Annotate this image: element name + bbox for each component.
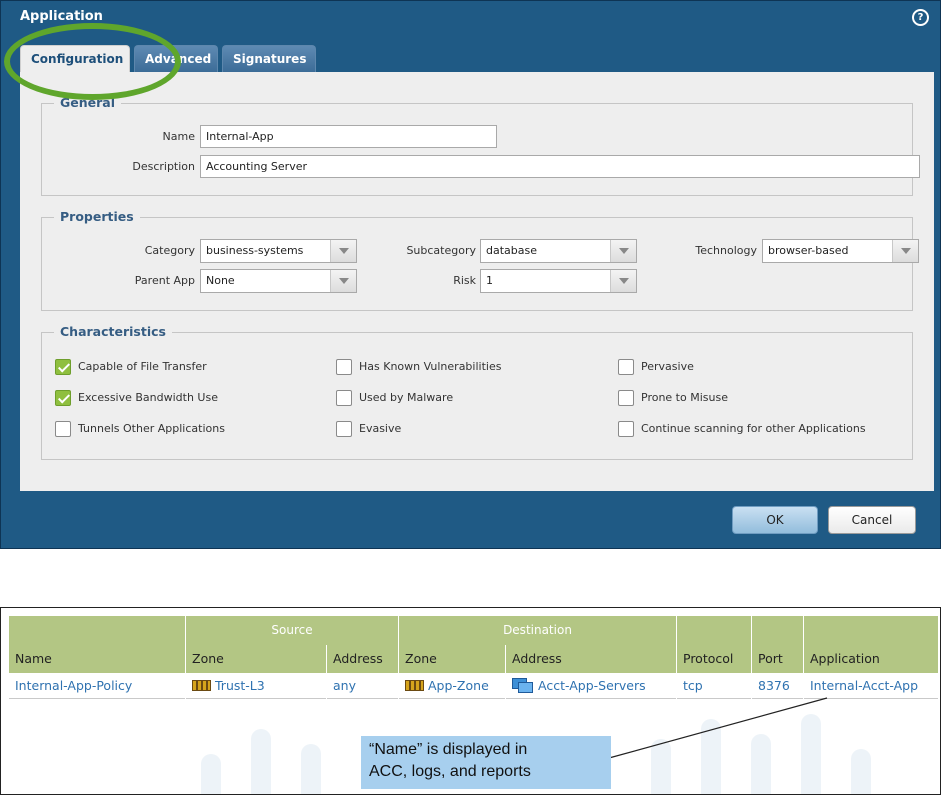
chevron-down-icon[interactable] xyxy=(330,240,356,262)
properties-section: Properties Category business-systems Par… xyxy=(41,209,919,311)
name-label: Name xyxy=(162,130,195,143)
cancel-button[interactable]: Cancel xyxy=(828,506,916,534)
properties-legend: Properties xyxy=(54,209,140,224)
category-select[interactable]: business-systems xyxy=(200,239,357,263)
callout-line-1: “Name” is displayed in xyxy=(369,741,528,758)
checkbox-label: Continue scanning for other Applications xyxy=(641,422,866,435)
callout-line-2: ACC, logs, and reports xyxy=(369,763,531,780)
checkbox-label: Excessive Bandwidth Use xyxy=(78,391,218,404)
checkbox-label: Prone to Misuse xyxy=(641,391,728,404)
checkbox-icon[interactable] xyxy=(336,359,352,375)
dialog-title: Application xyxy=(20,9,103,24)
callout-note: “Name” is displayed in ACC, logs, and re… xyxy=(361,736,611,789)
checkbox-icon[interactable] xyxy=(336,390,352,406)
risk-label: Risk xyxy=(453,274,476,287)
checkbox-checked-icon[interactable] xyxy=(55,359,71,375)
checkbox-icon[interactable] xyxy=(336,421,352,437)
application-dialog: Application ? Configuration Advanced Sig… xyxy=(0,0,941,549)
help-icon[interactable]: ? xyxy=(912,9,929,26)
subcategory-value: database xyxy=(486,244,537,257)
risk-select[interactable]: 1 xyxy=(480,269,637,293)
tab-advanced[interactable]: Advanced xyxy=(134,45,218,72)
parent-app-value: None xyxy=(206,274,235,287)
checkbox-label: Tunnels Other Applications xyxy=(78,422,225,435)
checkbox-icon[interactable] xyxy=(618,359,634,375)
checkbox-label: Pervasive xyxy=(641,360,694,373)
chevron-down-icon[interactable] xyxy=(330,270,356,292)
security-policy-panel: Source Destination Name Zone Address Zon… xyxy=(0,607,941,795)
subcategory-label: Subcategory xyxy=(406,244,476,257)
general-section: General Name Internal-App Description Ac… xyxy=(41,95,920,196)
risk-value: 1 xyxy=(486,274,493,287)
parent-app-label: Parent App xyxy=(134,274,195,287)
parent-app-select[interactable]: None xyxy=(200,269,357,293)
checkbox-label: Used by Malware xyxy=(359,391,454,404)
characteristics-section: Characteristics Capable of File Transfer… xyxy=(41,324,913,460)
description-label: Description xyxy=(132,160,195,173)
checkbox-label: Capable of File Transfer xyxy=(78,360,207,373)
checkbox-checked-icon[interactable] xyxy=(55,390,71,406)
tab-configuration[interactable]: Configuration xyxy=(20,45,130,73)
chevron-down-icon[interactable] xyxy=(892,240,918,262)
chevron-down-icon[interactable] xyxy=(610,240,636,262)
checkbox-icon[interactable] xyxy=(55,421,71,437)
checkbox-icon[interactable] xyxy=(618,390,634,406)
checkbox-icon[interactable] xyxy=(618,421,634,437)
technology-label: Technology xyxy=(695,244,757,257)
technology-select[interactable]: browser-based xyxy=(762,239,919,263)
chevron-down-icon[interactable] xyxy=(610,270,636,292)
general-legend: General xyxy=(54,95,121,110)
name-input[interactable]: Internal-App xyxy=(200,125,497,148)
tab-signatures[interactable]: Signatures xyxy=(222,45,316,72)
technology-value: browser-based xyxy=(768,244,849,257)
configuration-panel: General Name Internal-App Description Ac… xyxy=(20,72,934,491)
checkbox-label: Evasive xyxy=(359,422,402,435)
category-value: business-systems xyxy=(206,244,304,257)
checkbox-label: Has Known Vulnerabilities xyxy=(359,360,502,373)
subcategory-select[interactable]: database xyxy=(480,239,637,263)
ok-button[interactable]: OK xyxy=(732,506,818,534)
category-label: Category xyxy=(144,244,195,257)
characteristics-legend: Characteristics xyxy=(54,324,172,339)
description-input[interactable]: Accounting Server xyxy=(200,155,920,178)
